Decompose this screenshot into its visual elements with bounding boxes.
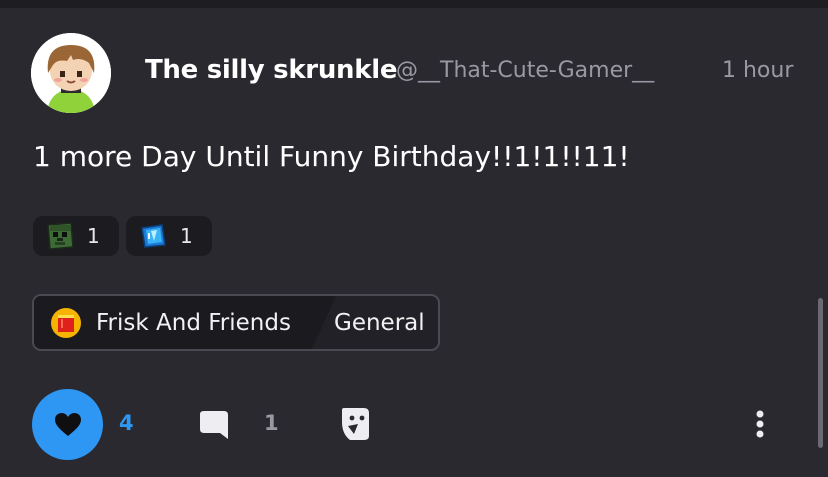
zombie-face-emoji-icon [47, 222, 74, 250]
like-count: 4 [119, 411, 134, 435]
reaction-pill-zombie[interactable]: 1 [33, 216, 119, 256]
share-icon [342, 408, 369, 440]
heart-icon [54, 412, 81, 436]
community-channel-tag[interactable]: Frisk And Friends General [32, 294, 440, 351]
comment-count: 1 [264, 411, 279, 435]
author-display-name[interactable]: The silly skrunkle [145, 55, 398, 85]
reaction-count: 1 [180, 224, 193, 248]
scrollbar-thumb[interactable] [818, 298, 823, 448]
comment-button[interactable] [194, 406, 234, 446]
like-button[interactable] [32, 389, 103, 460]
channel-name: General [334, 310, 425, 336]
blue-crystal-emoji-icon [141, 224, 166, 248]
more-options-icon [756, 410, 764, 438]
more-options-button[interactable] [748, 404, 772, 444]
comment-bubble-icon [200, 411, 228, 439]
avatar[interactable] [31, 33, 111, 113]
top-edge-strip [0, 0, 828, 8]
author-handle[interactable]: @__That-Cute-Gamer__ [396, 58, 654, 83]
community-name: Frisk And Friends [96, 310, 291, 336]
share-button[interactable] [336, 404, 376, 444]
post-timestamp: 1 hour [722, 58, 794, 83]
community-icon [51, 308, 81, 338]
reaction-count: 1 [87, 224, 100, 248]
reaction-pill-crystal[interactable]: 1 [126, 216, 212, 256]
avatar-character-icon [31, 33, 111, 113]
post-body-text: 1 more Day Until Funny Birthday!!1!1!!11… [33, 140, 630, 173]
